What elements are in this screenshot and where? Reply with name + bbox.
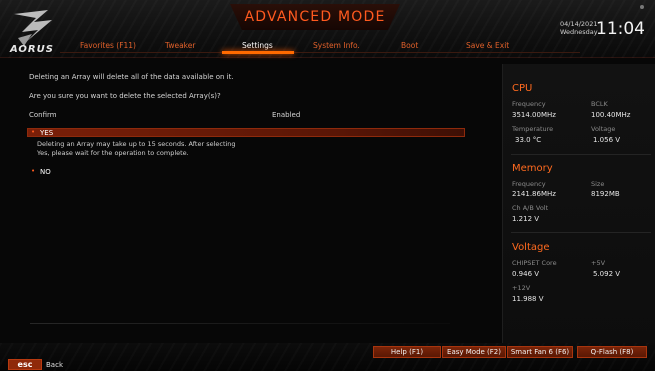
cpu-bclk-label: BCLK [591,100,608,108]
cpu-frequency-label: Frequency [512,100,546,108]
cpu-voltage-label: Voltage [591,125,616,133]
yes-description-line2: Yes, please wait for the operation to co… [37,149,189,157]
divider [30,323,450,324]
plus12v-value: 11.988 V [512,295,544,303]
memory-frequency-label: Frequency [512,180,546,188]
tab-tweaker[interactable]: Tweaker [165,41,195,50]
tab-settings[interactable]: Settings [242,41,273,50]
memory-title: Memory [512,163,553,174]
plus5v-value: 5.092 V [593,270,621,278]
question-text: Are you sure you want to delete the sele… [29,92,221,100]
cpu-temperature-label: Temperature [512,125,554,133]
option-no-label[interactable]: NO [40,168,51,176]
confirm-label: Confirm [29,111,57,119]
memory-frequency-value: 2141.86MHz [512,190,556,198]
settings-dot-icon [640,5,644,9]
option-yes-row[interactable] [27,128,465,137]
smart-fan-button[interactable]: Smart Fan 6 (F6) [507,346,573,358]
date-text: 04/14/2021 [560,20,598,28]
cpu-temperature-value: 33.0 °C [515,136,542,144]
clock-date: 04/14/2021 Wednesday [560,20,598,36]
yes-description-line1: Deleting an Array may take up to 15 seco… [37,140,236,148]
cpu-frequency-value: 3514.00MHz [512,111,556,119]
cpu-voltage-value: 1.056 V [593,136,621,144]
weekday-text: Wednesday [560,28,598,36]
clock-time: 11:04 [596,19,645,39]
hardware-monitor-panel: CPU Frequency BCLK 3514.00MHz 100.40MHz … [502,64,655,346]
tab-favorites[interactable]: Favorites (F11) [80,41,136,50]
plus5v-label: +5V [591,259,606,267]
q-flash-button[interactable]: Q-Flash (F8) [577,346,647,358]
tab-system-info[interactable]: System Info. [313,41,360,50]
chipset-core-value: 0.946 V [512,270,540,278]
esc-key-button[interactable]: esc [8,359,42,370]
tab-rule [60,52,580,53]
memory-size-label: Size [591,180,605,188]
plus12v-label: +12V [512,284,531,292]
warning-text: Deleting an Array will delete all of the… [29,73,234,81]
chipset-core-label: CHIPSET Core [512,259,557,267]
header: AORUS ADVANCED MODE Favorites (F11) Twea… [0,0,655,58]
active-tab-indicator [222,51,294,54]
memory-size-value: 8192MB [591,190,620,198]
back-label[interactable]: Back [46,361,63,369]
panel-divider [511,232,651,233]
memory-chab-value: 1.212 V [512,215,540,223]
cpu-title: CPU [512,83,533,94]
help-button[interactable]: Help (F1) [373,346,441,358]
orange-dot-bullet-icon: • [31,128,36,136]
option-yes-label[interactable]: YES [40,129,53,137]
memory-chab-label: Ch A/B Volt [512,204,549,212]
panel-divider [511,154,651,155]
cpu-bclk-value: 100.40MHz [591,111,631,119]
logo-text: AORUS [10,44,54,55]
easy-mode-button[interactable]: Easy Mode (F2) [442,346,506,358]
page-title: ADVANCED MODE [244,9,386,25]
footer: Help (F1) Easy Mode (F2) Smart Fan 6 (F6… [0,343,655,371]
confirm-value: Enabled [272,111,301,119]
tab-save-exit[interactable]: Save & Exit [466,41,509,50]
voltage-title: Voltage [512,242,550,253]
tab-boot[interactable]: Boot [401,41,418,50]
orange-dot-bullet-icon: • [31,167,36,175]
